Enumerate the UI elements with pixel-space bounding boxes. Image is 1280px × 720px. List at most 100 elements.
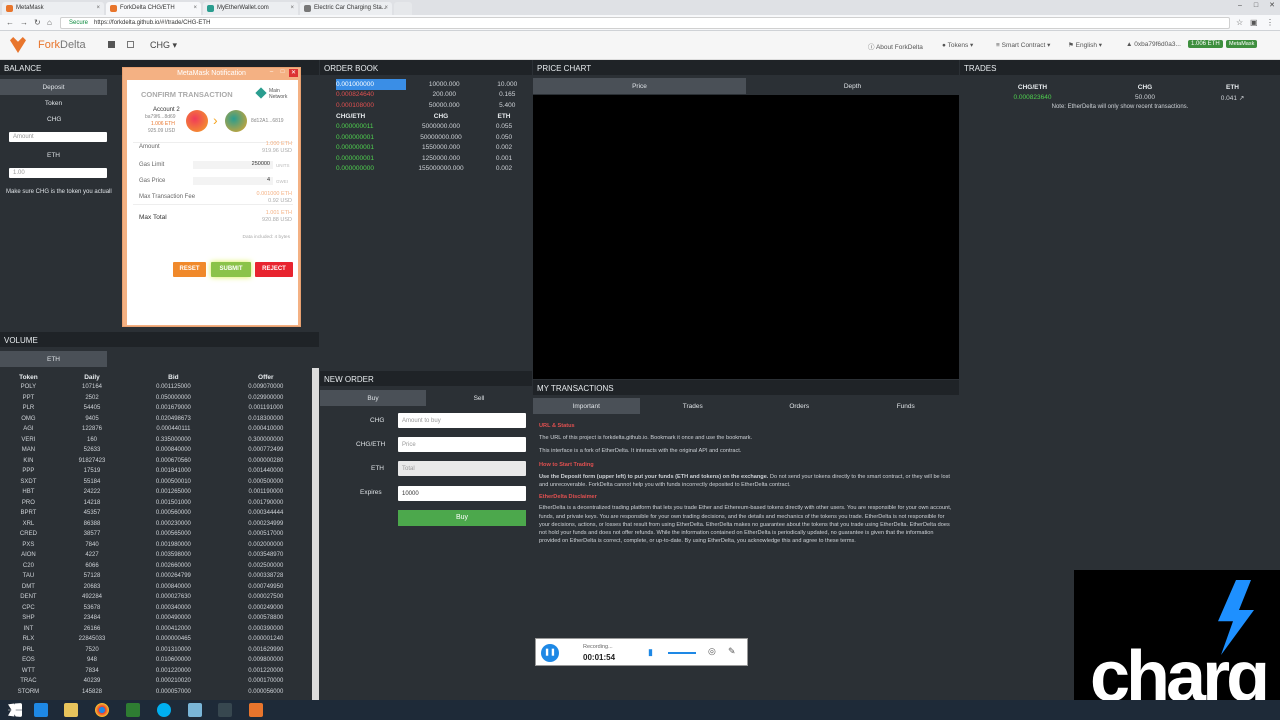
close-tab-icon[interactable]: × (384, 5, 388, 11)
volume-row[interactable]: KIN 91827423 0.000670560 0.000000280 (0, 456, 312, 467)
volume-row[interactable]: PRO 14218 0.001501000 0.001790000 (0, 498, 312, 509)
reject-button[interactable]: REJECT (255, 262, 293, 277)
minimize-icon[interactable]: – (267, 69, 276, 77)
volume-row[interactable]: SXDT 55184 0.000500010 0.000500000 (0, 477, 312, 488)
volume-row[interactable]: POLY 107164 0.001125000 0.009070000 (0, 382, 312, 393)
about-link[interactable]: ⓘ About ForkDelta (868, 41, 923, 51)
tab-sell[interactable]: Sell (426, 390, 532, 406)
network-app-icon[interactable] (218, 703, 232, 717)
file-explorer-icon[interactable] (64, 703, 78, 717)
volume-row[interactable]: VERI 160 0.335000000 0.300000000 (0, 435, 312, 446)
order-book-row[interactable]: 0.000000001 1250000.000 0.001 (336, 153, 532, 164)
webcam-icon[interactable]: ◎ (708, 646, 716, 657)
eth-amount-input[interactable]: 1.00 (9, 168, 107, 178)
volume-row[interactable]: HBT 24222 0.001265000 0.001190000 (0, 487, 312, 498)
smart-contract-menu[interactable]: ≡ Smart Contract ▾ (996, 41, 1050, 49)
tab-depth[interactable]: Depth (746, 78, 959, 94)
back-icon[interactable]: ← (6, 18, 14, 27)
gas-price-input[interactable]: 4 (193, 177, 273, 185)
volume-row[interactable]: DENT 492284 0.000027630 0.000027500 (0, 592, 312, 603)
window-icon[interactable] (127, 41, 134, 48)
reload-icon[interactable]: ↻ (34, 18, 41, 27)
browser-tab-myetherwallet[interactable]: MyEtherWallet.com × (203, 2, 298, 15)
home-icon[interactable]: ⌂ (47, 18, 52, 27)
extension-icon[interactable]: ▣ (1250, 18, 1258, 27)
chart-canvas[interactable] (533, 95, 959, 379)
order-book-row[interactable]: 0.000000011 5000000.000 0.055 (336, 122, 532, 133)
volume-row[interactable]: TRAC 40239 0.000210020 0.000170000 (0, 676, 312, 687)
close-window-icon[interactable]: ✕ (1264, 0, 1280, 15)
order-book-row[interactable]: 0.000824640 200.000 0.165 (336, 90, 532, 101)
volume-row[interactable]: RLX 22845033 0.000000465 0.000001240 (0, 634, 312, 645)
price-input[interactable]: Price (398, 437, 526, 452)
volume-row[interactable]: XRL 86388 0.000230000 0.000234999 (0, 519, 312, 530)
volume-row[interactable]: WTT 7834 0.001220000 0.001220000 (0, 666, 312, 677)
chg-amount-input[interactable]: Amount (9, 132, 107, 142)
url-input[interactable]: Secure https://forkdelta.github.io/#!/tra… (60, 17, 1230, 29)
network-label[interactable]: Main Network (269, 88, 297, 100)
account-menu[interactable]: ▲ 0xba79f6d0a3... (1126, 41, 1181, 48)
volume-row[interactable]: PXS 7840 0.001980000 0.002000000 (0, 540, 312, 551)
close-icon[interactable]: ✕ (289, 69, 298, 77)
close-tab-icon[interactable]: × (290, 5, 294, 11)
volume-row[interactable]: BPRT 45357 0.000560000 0.000344444 (0, 508, 312, 519)
pen-icon[interactable]: ✎ (728, 646, 736, 657)
minimize-icon[interactable]: – (1232, 0, 1248, 15)
order-book-row[interactable]: 0.000000000 155000000.000 0.002 (336, 164, 532, 175)
volume-row[interactable]: AION 4227 0.003598000 0.003548970 (0, 550, 312, 561)
volume-row[interactable]: PRL 7520 0.001310000 0.001629990 (0, 645, 312, 656)
amount-input[interactable]: Amount to buy (398, 413, 526, 428)
tab-funds[interactable]: Funds (852, 398, 959, 414)
order-book-row[interactable]: 0.001000000 10000.000 10.000 (336, 79, 532, 90)
volume-row[interactable]: PPT 2502 0.050000000 0.029900000 (0, 393, 312, 404)
volume-row[interactable]: SHP 23484 0.000490000 0.000578800 (0, 613, 312, 624)
tab-eth[interactable]: ETH (0, 351, 107, 367)
start-icon[interactable] (8, 703, 22, 717)
token-select[interactable]: CHG ▾ (150, 40, 177, 51)
volume-row[interactable]: TAU 57128 0.000264799 0.000338728 (0, 571, 312, 582)
tab-token[interactable]: Token (0, 95, 107, 111)
volume-row[interactable]: OMG 9405 0.020498673 0.018300000 (0, 414, 312, 425)
tokens-menu[interactable]: ● Tokens ▾ (942, 41, 973, 49)
browser-tab-metamask[interactable]: MetaMask × (2, 2, 104, 15)
pause-icon[interactable]: ❚❚ (541, 644, 559, 662)
close-tab-icon[interactable]: × (96, 5, 100, 11)
maximize-icon[interactable]: □ (278, 69, 287, 77)
app-icon[interactable] (188, 703, 202, 717)
menu-icon[interactable]: ⋮ (1266, 18, 1274, 27)
total-input[interactable]: Total (398, 461, 526, 476)
order-book-row[interactable]: 0.000000001 50000000.000 0.050 (336, 132, 532, 143)
volume-row[interactable]: DMT 20683 0.000840000 0.000749950 (0, 582, 312, 593)
reset-button[interactable]: RESET (173, 262, 206, 277)
expires-input[interactable]: 10000 (398, 486, 526, 501)
skype-icon[interactable] (157, 703, 171, 717)
new-tab-button[interactable] (394, 2, 412, 15)
bookmark-star-icon[interactable]: ☆ (1236, 18, 1243, 27)
stop-icon[interactable] (108, 41, 115, 48)
tab-orders[interactable]: Orders (746, 398, 853, 414)
trade-row[interactable]: 0.000823640 50.000 0.041 ↗ (960, 93, 1280, 104)
tab-trades[interactable]: Trades (639, 398, 746, 414)
tab-important[interactable]: Important (533, 398, 640, 414)
excel-icon[interactable] (126, 703, 140, 717)
volume-row[interactable]: PLR 54405 0.001679000 0.001191000 (0, 403, 312, 414)
volume-row[interactable]: STORM 145828 0.000057000 0.000056000 (0, 687, 312, 698)
chrome-icon[interactable] (95, 703, 109, 717)
forward-icon[interactable]: → (20, 18, 28, 27)
brand-name[interactable]: ForkDelta (38, 39, 86, 51)
gas-limit-input[interactable]: 250000 (193, 161, 273, 169)
edge-icon[interactable] (34, 703, 48, 717)
tab-price[interactable]: Price (533, 78, 746, 94)
volume-row[interactable]: INT 26166 0.000412000 0.000390000 (0, 624, 312, 635)
volume-row[interactable]: PPP 17519 0.001841000 0.001440000 (0, 466, 312, 477)
tab-buy[interactable]: Buy (320, 390, 426, 406)
external-link-icon[interactable]: ↗ (1239, 95, 1244, 102)
close-tab-icon[interactable]: × (193, 5, 197, 11)
volume-row[interactable]: AGI 122876 0.000440111 0.000410000 (0, 424, 312, 435)
volume-row[interactable]: CRED 38577 0.000565000 0.000517000 (0, 529, 312, 540)
volume-row[interactable]: MAN 52633 0.000840000 0.000772499 (0, 445, 312, 456)
browser-tab-forkdelta[interactable]: ForkDelta CHG/ETH × (106, 2, 201, 15)
volume-slider[interactable] (668, 652, 696, 654)
volume-row[interactable]: C20 6066 0.002660000 0.002500000 (0, 561, 312, 572)
audio-level-icon[interactable]: ▮ (648, 647, 653, 658)
